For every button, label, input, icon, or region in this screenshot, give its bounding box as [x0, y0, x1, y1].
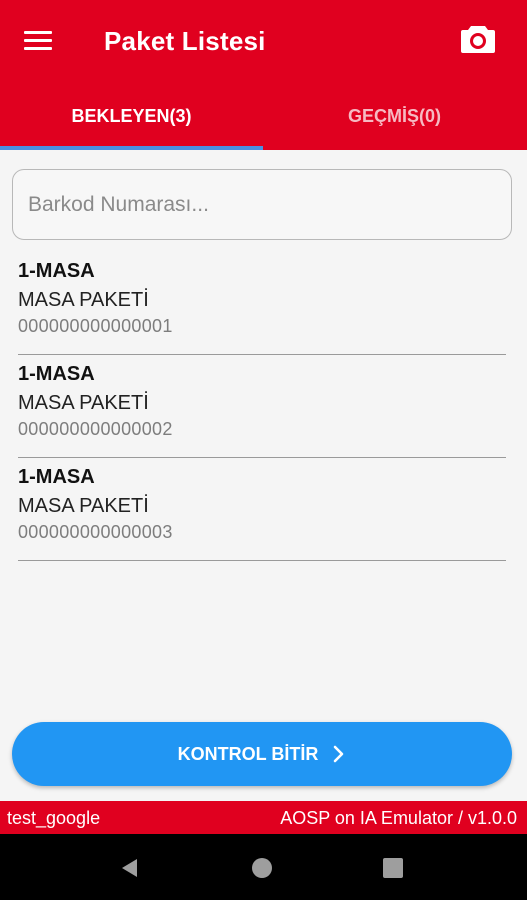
package-barcode: 000000000000003 [18, 522, 173, 542]
back-icon[interactable] [117, 856, 141, 880]
tab-indicator [0, 146, 263, 150]
status-bar: test_google AOSP on IA Emulator / v1.0.0 [0, 801, 527, 834]
list-item[interactable]: 1-MASA MASA PAKETİ 000000000000001 [18, 252, 506, 355]
tab-bar: BEKLEYEN(3) GEÇMİŞ(0) [0, 82, 527, 150]
package-title: 1-MASA [18, 466, 95, 488]
status-device-version: AOSP on IA Emulator / v1.0.0 [280, 808, 517, 828]
system-nav-bar [0, 834, 527, 900]
page-title: Paket Listesi [104, 26, 266, 56]
home-icon[interactable] [250, 856, 274, 880]
menu-icon[interactable] [24, 30, 54, 52]
toolbar: Paket Listesi [0, 0, 527, 82]
package-title: 1-MASA [18, 363, 95, 385]
tab-pending[interactable]: BEKLEYEN(3) [0, 82, 263, 150]
package-title: 1-MASA [18, 260, 95, 282]
recent-apps-icon[interactable] [382, 857, 404, 879]
camera-icon[interactable] [460, 24, 496, 54]
package-list: 1-MASA MASA PAKETİ 000000000000001 1-MAS… [0, 252, 527, 561]
list-item[interactable]: 1-MASA MASA PAKETİ 000000000000002 [18, 355, 506, 458]
app-bar: Paket Listesi BEKLEYEN(3) GEÇMİŞ(0) [0, 0, 527, 150]
status-user: test_google [7, 808, 101, 828]
package-barcode: 000000000000001 [18, 316, 173, 336]
package-name: MASA PAKETİ [18, 495, 149, 517]
barcode-input[interactable] [13, 170, 511, 239]
barcode-search-field[interactable] [12, 169, 512, 240]
package-name: MASA PAKETİ [18, 392, 149, 414]
tab-history[interactable]: GEÇMİŞ(0) [263, 82, 526, 150]
chevron-right-icon [334, 745, 344, 763]
finish-control-button[interactable]: KONTROL BİTİR [12, 722, 512, 786]
package-name: MASA PAKETİ [18, 289, 149, 311]
package-barcode: 000000000000002 [18, 419, 173, 439]
finish-control-label: KONTROL BİTİR [177, 743, 319, 764]
list-item[interactable]: 1-MASA MASA PAKETİ 000000000000003 [18, 458, 506, 561]
